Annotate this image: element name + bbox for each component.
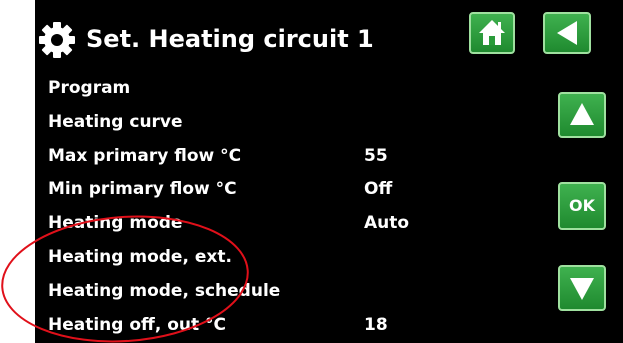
menu-item-min-primary-flow[interactable]: Min primary flow °C Off bbox=[35, 173, 535, 207]
back-arrow-icon bbox=[557, 21, 577, 45]
up-arrow-icon bbox=[570, 103, 594, 125]
scroll-down-button[interactable] bbox=[558, 265, 606, 311]
menu-item-label: Program bbox=[48, 78, 131, 98]
menu-item-label: Heating off, out °C bbox=[48, 315, 227, 335]
down-arrow-icon bbox=[570, 278, 594, 300]
menu-item-heating-mode[interactable]: Heating mode Auto bbox=[35, 207, 535, 241]
menu-item-value: 18 bbox=[364, 315, 388, 335]
ok-button[interactable]: OK bbox=[558, 182, 606, 230]
menu-item-label: Min primary flow °C bbox=[48, 179, 237, 199]
ok-button-label: OK bbox=[569, 196, 595, 215]
menu-item-heating-mode-schedule[interactable]: Heating mode, schedule bbox=[35, 275, 535, 309]
menu-item-heating-off-out[interactable]: Heating off, out °C 18 bbox=[35, 309, 535, 343]
page-title: Set. Heating circuit 1 bbox=[86, 25, 374, 53]
home-icon bbox=[479, 20, 505, 45]
menu-item-value: Auto bbox=[364, 213, 410, 233]
menu-item-heating-curve[interactable]: Heating curve bbox=[35, 106, 535, 140]
menu-item-label: Heating curve bbox=[48, 112, 183, 132]
menu-item-label: Heating mode, schedule bbox=[48, 281, 281, 301]
header-bar: Set. Heating circuit 1 bbox=[35, 0, 623, 72]
scroll-up-button[interactable] bbox=[558, 92, 606, 138]
menu-item-value: Off bbox=[364, 179, 393, 199]
menu-item-program[interactable]: Program bbox=[35, 72, 535, 106]
gear-icon bbox=[37, 20, 77, 60]
back-button[interactable] bbox=[543, 12, 591, 54]
menu-item-max-primary-flow[interactable]: Max primary flow °C 55 bbox=[35, 140, 535, 174]
home-button[interactable] bbox=[469, 12, 515, 54]
menu-item-heating-mode-ext[interactable]: Heating mode, ext. bbox=[35, 241, 535, 275]
menu-item-label: Max primary flow °C bbox=[48, 146, 242, 166]
menu-item-label: Heating mode, ext. bbox=[48, 247, 232, 267]
display-screen: Set. Heating circuit 1 OK Program Heatin… bbox=[35, 0, 623, 343]
menu-item-value: 55 bbox=[364, 146, 388, 166]
menu-item-label: Heating mode bbox=[48, 213, 183, 233]
